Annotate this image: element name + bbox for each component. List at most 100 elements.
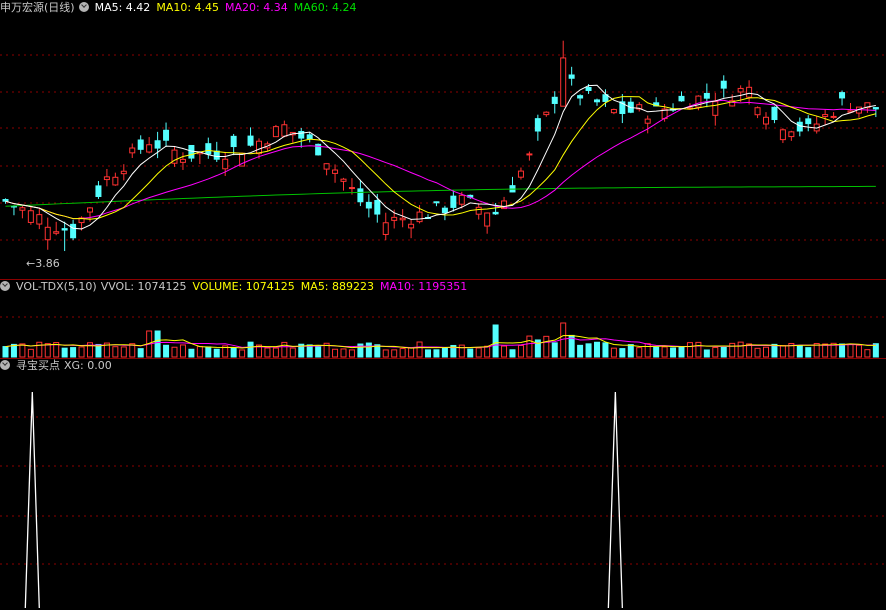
volume-bar [526, 335, 533, 358]
candle-body [644, 118, 651, 124]
candle-body [416, 211, 423, 223]
candle-body [534, 118, 541, 132]
volume-bar [517, 344, 524, 358]
volume-bar [340, 348, 347, 358]
volume-bar [627, 344, 634, 358]
volume-bar [661, 346, 668, 358]
xg-signal-spike [607, 391, 623, 609]
volume-label: VOLUME: 1074125 [192, 280, 295, 293]
volume-bar [10, 343, 17, 358]
candle-body [779, 129, 786, 141]
candle-body [526, 153, 533, 156]
volume-bar [239, 349, 246, 358]
candle-body [433, 201, 440, 204]
volume-bar [703, 349, 710, 358]
candle-body [36, 214, 43, 225]
volume-bar [19, 343, 26, 358]
volume-bar [70, 347, 77, 358]
candle-body [179, 158, 186, 163]
volume-bar [272, 347, 279, 358]
candle-body [585, 86, 592, 91]
volume-pane: VOL-TDX(5,10) VVOL: 1074125 VOLUME: 107412… [0, 279, 886, 359]
volume-bar [577, 344, 584, 358]
price-title: 申万宏源(日线) [0, 1, 75, 14]
candle-body [822, 114, 829, 117]
volume-bar [551, 342, 558, 358]
candle-body [365, 201, 372, 209]
candle-body [737, 87, 744, 93]
volume-bar [501, 345, 508, 358]
volume-bar [154, 330, 161, 358]
candle-body [53, 231, 60, 234]
candle-body [357, 188, 364, 203]
volume-bar [644, 343, 651, 358]
volume-bar [796, 345, 803, 358]
candle-body [551, 96, 558, 104]
volume-bar [805, 347, 812, 358]
candle-body [154, 140, 161, 149]
candle-body [230, 135, 237, 148]
candle-body [120, 170, 127, 175]
ma5-label: MA5: 4.42 [94, 1, 151, 14]
candle-body [703, 92, 710, 99]
candlestick-chart[interactable] [0, 0, 886, 280]
volume-bar [543, 335, 550, 358]
candle-body [517, 170, 524, 178]
candle-body [805, 118, 812, 125]
candle-body [19, 207, 26, 211]
volume-bar [2, 346, 9, 358]
price-header: 申万宏源(日线) MA5: 4.42 MA10: 4.45 MA20: 4.34 MA6… [0, 0, 362, 16]
candle-body [771, 106, 778, 121]
volume-bar [78, 346, 85, 358]
volume-bar [112, 346, 119, 358]
volume-bar [433, 349, 440, 358]
volume-bar [416, 341, 423, 358]
volume-title: VOL-TDX(5,10) [16, 280, 97, 293]
indicator-menu-icon[interactable] [78, 2, 89, 12]
volume-bar [737, 341, 744, 358]
volume-bar [120, 346, 127, 358]
candle-body [450, 195, 457, 208]
volume-bar [653, 346, 660, 358]
volume-bar [399, 348, 406, 358]
candle-body [332, 169, 339, 174]
candle-body [129, 147, 136, 154]
volume-bar [602, 342, 609, 358]
price-pane: 申万宏源(日线) MA5: 4.42 MA10: 4.45 MA20: 4.34 MA6… [0, 0, 886, 280]
volume-bar [281, 341, 288, 358]
volume-bar [391, 349, 398, 358]
candle-body [281, 124, 288, 137]
signal-chart[interactable] [0, 358, 886, 610]
volume-bar [670, 347, 677, 358]
signal-pane: 寻宝买点 XG: 0.00 [0, 358, 886, 610]
ma20-label: MA20: 4.34 [225, 1, 288, 14]
volume-bar [188, 348, 195, 358]
ma5-line [5, 84, 876, 230]
candle-body [391, 216, 398, 221]
candle-body [348, 187, 355, 190]
volume-bar [213, 348, 220, 358]
volume-bar [205, 346, 212, 358]
volume-bar [636, 347, 643, 358]
signal-menu-icon[interactable] [0, 360, 10, 370]
volume-bar [264, 347, 271, 358]
candle-body [560, 57, 567, 107]
candle-body [247, 135, 254, 146]
volume-bar [179, 344, 186, 358]
volume-bar [864, 349, 871, 358]
volume-bar [822, 343, 829, 358]
vol-ma10-line [5, 337, 876, 349]
volume-bar [230, 347, 237, 358]
candle-body [374, 200, 381, 215]
volume-bar [137, 348, 144, 358]
candle-body [594, 99, 600, 103]
volume-bar [712, 346, 719, 358]
volume-bar [779, 345, 786, 358]
arrow-left-icon: ← [26, 257, 36, 270]
candle-body [399, 217, 406, 221]
candle-body [839, 92, 846, 99]
volume-menu-icon[interactable] [0, 281, 10, 291]
candle-body [712, 101, 719, 116]
volume-bar [348, 349, 355, 358]
candle-body [27, 210, 34, 223]
